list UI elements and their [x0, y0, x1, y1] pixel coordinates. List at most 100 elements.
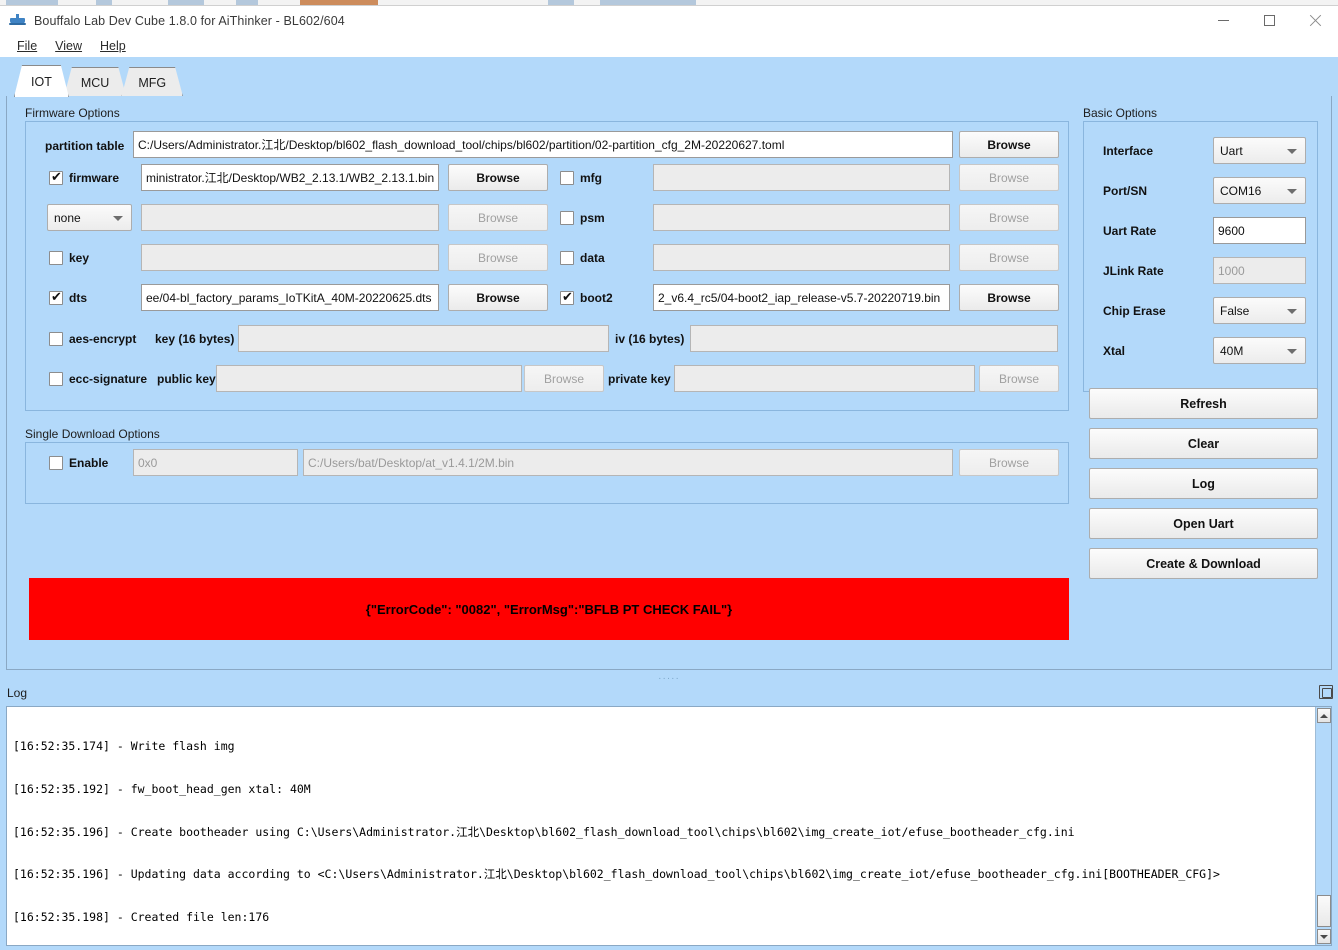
create-and-download-button[interactable]: Create & Download [1089, 548, 1318, 579]
menu-help-label: Help [100, 39, 126, 53]
log-button[interactable]: Log [1089, 468, 1318, 499]
key-checkbox[interactable] [49, 251, 63, 265]
firmware-label: firmware [69, 171, 120, 185]
interface-label: Interface [1103, 144, 1154, 158]
xtal-dropdown[interactable]: 40M [1213, 337, 1306, 364]
boot2-path-input[interactable]: 2_v6.4_rc5/04-boot2_iap_release-v5.7-202… [653, 284, 950, 311]
uart-rate-input[interactable]: 9600 [1213, 217, 1306, 244]
tab-mcu-label: MCU [80, 75, 110, 90]
tab-mfg[interactable]: MFG [121, 67, 183, 97]
aes-key-label: key (16 bytes) [155, 332, 235, 346]
log-lines: [16:52:35.174] - Write flash img [16:52:… [13, 711, 1313, 945]
dts-label: dts [69, 291, 87, 305]
aes-key-input[interactable] [238, 325, 609, 352]
firmware-type-value: none [54, 210, 81, 225]
menu-item-view[interactable]: View [46, 37, 91, 55]
aes-encrypt-label: aes-encrypt [69, 332, 137, 346]
chevron-down-icon [1287, 309, 1297, 314]
firmware-type-browse-button[interactable]: Browse [448, 204, 548, 231]
jlink-rate-label: JLink Rate [1103, 264, 1164, 278]
mfg-checkbox[interactable] [560, 171, 574, 185]
boot2-browse-button[interactable]: Browse [959, 284, 1059, 311]
refresh-button[interactable]: Refresh [1089, 388, 1318, 419]
log-line: [16:52:35.196] - Create bootheader using… [13, 824, 1075, 839]
psm-browse-button[interactable]: Browse [959, 204, 1059, 231]
uart-rate-label: Uart Rate [1103, 224, 1157, 238]
tab-strip: IOT MCU MFG [0, 57, 1338, 97]
private-key-label: private key [608, 372, 671, 386]
dts-checkbox[interactable] [49, 289, 63, 305]
log-line: [16:52:35.198] - Created file len:176 [13, 909, 270, 924]
public-key-input[interactable] [216, 365, 522, 392]
single-download-enable-label: Enable [69, 456, 109, 470]
maximize-button[interactable] [1246, 6, 1292, 35]
psm-path-input[interactable] [653, 204, 950, 231]
clear-button[interactable]: Clear [1089, 428, 1318, 459]
minimize-button[interactable] [1200, 6, 1246, 35]
menu-item-file[interactable]: File [8, 37, 46, 55]
boot2-checkbox[interactable] [560, 289, 574, 305]
single-download-path-input[interactable]: C:/Users/bat/Desktop/at_v1.4.1/2M.bin [303, 449, 953, 476]
partition-table-browse-button[interactable]: Browse [959, 131, 1059, 158]
log-line: [16:52:35.196] - Updating data according… [13, 867, 1220, 882]
tab-iot[interactable]: IOT [14, 65, 69, 97]
firmware-path-input[interactable]: ministrator.江北/Desktop/WB2_2.13.1/WB2_2.… [141, 164, 439, 191]
port-sn-value: COM16 [1220, 183, 1262, 198]
tab-mcu[interactable]: MCU [64, 67, 126, 97]
data-path-input[interactable] [653, 244, 950, 271]
chip-erase-value: False [1220, 303, 1250, 318]
tabs-row: IOT MCU MFG [14, 65, 178, 97]
tab-mfg-label: MFG [138, 75, 167, 90]
partition-table-input[interactable]: C:/Users/Administrator.江北/Desktop/bl602_… [133, 131, 953, 158]
ecc-signature-checkbox[interactable] [49, 372, 63, 386]
private-key-browse-button[interactable]: Browse [979, 365, 1059, 392]
menu-bar: File View Help [0, 35, 1338, 57]
single-download-address-input[interactable]: 0x0 [133, 449, 298, 476]
data-browse-button[interactable]: Browse [959, 244, 1059, 271]
single-download-enable-checkbox[interactable] [49, 456, 63, 470]
firmware-type-path-input[interactable] [141, 204, 439, 231]
interface-dropdown[interactable]: Uart [1213, 137, 1306, 164]
jlink-rate-input[interactable]: 1000 [1213, 257, 1306, 284]
log-line: [16:52:35.174] - Write flash img [13, 739, 235, 754]
chip-erase-dropdown[interactable]: False [1213, 297, 1306, 324]
open-uart-button[interactable]: Open Uart [1089, 508, 1318, 539]
log-line: [16:52:35.192] - fw_boot_head_gen xtal: … [13, 782, 311, 796]
aes-encrypt-checkbox[interactable] [49, 332, 63, 346]
key-label: key [69, 251, 90, 265]
single-download-browse-button[interactable]: Browse [959, 449, 1059, 476]
close-button[interactable] [1292, 6, 1338, 35]
dts-browse-button[interactable]: Browse [448, 284, 548, 311]
menu-file-label: File [17, 39, 38, 53]
firmware-browse-button[interactable]: Browse [448, 164, 548, 191]
key-path-input[interactable] [141, 244, 439, 271]
partition-table-label: partition table [45, 139, 125, 153]
dts-path-input[interactable]: ee/04-bl_factory_params_IoTKitA_40M-2022… [141, 284, 439, 311]
firmware-checkbox[interactable] [49, 169, 63, 185]
mfg-browse-button[interactable]: Browse [959, 164, 1059, 191]
log-output-panel[interactable]: [16:52:35.174] - Write flash img [16:52:… [6, 706, 1332, 946]
minimize-icon [1217, 20, 1229, 21]
mfg-path-input[interactable] [653, 164, 950, 191]
scroll-down-icon[interactable] [1317, 929, 1331, 944]
log-scrollbar[interactable] [1315, 707, 1331, 945]
log-panel-title: Log [7, 686, 28, 700]
menu-item-help[interactable]: Help [91, 37, 135, 55]
mfg-label: mfg [580, 171, 602, 185]
key-browse-button[interactable]: Browse [448, 244, 548, 271]
scrollbar-thumb[interactable] [1317, 895, 1331, 927]
data-checkbox[interactable] [560, 251, 574, 265]
public-key-browse-button[interactable]: Browse [524, 365, 604, 392]
aes-iv-input[interactable] [690, 325, 1058, 352]
float-window-icon[interactable] [1319, 685, 1333, 699]
psm-checkbox[interactable] [560, 211, 574, 225]
firmware-options-label: Firmware Options [25, 106, 120, 120]
port-sn-dropdown[interactable]: COM16 [1213, 177, 1306, 204]
log-panel-header: Log [0, 682, 1338, 704]
ecc-signature-label: ecc-signature [69, 372, 148, 386]
psm-label: psm [580, 211, 605, 225]
scroll-up-icon[interactable] [1317, 708, 1331, 723]
private-key-input[interactable] [674, 365, 975, 392]
firmware-type-dropdown[interactable]: none [47, 204, 132, 231]
title-bar: Bouffalo Lab Dev Cube 1.8.0 for AiThinke… [0, 6, 1338, 35]
